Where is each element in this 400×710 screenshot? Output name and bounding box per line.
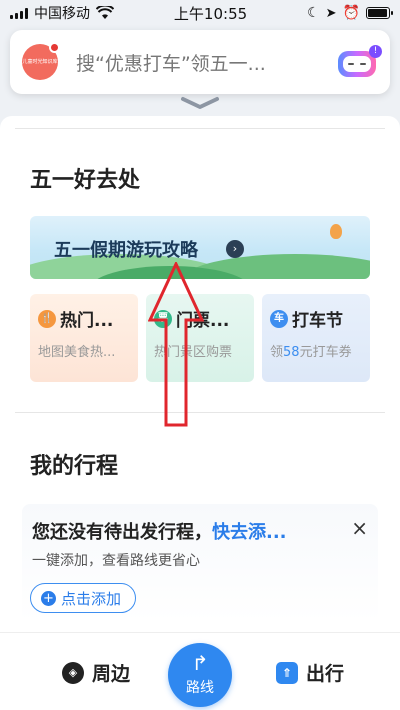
avatar[interactable]: 儿童时光知识库	[22, 42, 60, 80]
status-bar: 中国移动 上午10:55 ☾ ➤ ⏰	[0, 0, 400, 26]
divider	[15, 128, 385, 129]
annotation-arrow	[148, 262, 204, 427]
section-title-trips: 我的行程	[30, 454, 119, 479]
card-taxi-festival[interactable]: 车 打车节 领58元打车券	[262, 294, 370, 382]
nav-nearby[interactable]: ◈ 周边	[62, 659, 130, 686]
card-title: 打车节	[292, 311, 343, 331]
location-arrow-icon: ➤	[325, 5, 337, 21]
card-subtitle: 地图美食热...	[38, 345, 116, 360]
nav-label: 出行	[306, 663, 345, 685]
carrier-label: 中国移动	[34, 6, 90, 22]
avatar-logo-text: 儿童时光知识库	[22, 58, 58, 65]
taxi-icon: 车	[270, 309, 288, 328]
card-hot-food[interactable]: 🍴 热门... 地图美食热...	[30, 294, 138, 382]
alarm-icon: ⏰	[342, 5, 360, 21]
nav-label: 周边	[92, 663, 131, 685]
signal-icon	[10, 7, 28, 19]
empty-trip-card: 您还没有待出发行程，快去添... × 一键添加，查看路线更省心 + 点击添加	[22, 504, 378, 622]
chevron-right-icon: ›	[226, 240, 244, 258]
card-subtitle: 领58元打车券	[270, 345, 352, 360]
nav-travel[interactable]: ⇑ 出行	[276, 659, 344, 686]
assistant-badge: !	[369, 45, 382, 58]
bottom-nav: ◈ 周边 ↱ 路线 ⇑ 出行	[0, 632, 400, 710]
route-button[interactable]: ↱ 路线	[168, 643, 232, 707]
turn-arrow-icon: ↱	[191, 651, 209, 675]
plus-icon: +	[41, 590, 56, 606]
section-title-travel: 五一好去处	[30, 168, 141, 193]
battery-icon	[365, 7, 393, 19]
compass-icon: ◈	[62, 661, 84, 684]
moon-icon: ☾	[307, 5, 320, 21]
notification-dot	[49, 42, 60, 53]
clock: 上午10:55	[173, 4, 248, 23]
add-trip-link[interactable]: 快去添...	[212, 522, 287, 543]
travel-icon: ⇑	[276, 661, 298, 684]
close-icon[interactable]: ×	[351, 516, 368, 540]
search-input[interactable]: 搜“优惠打车”领五一...	[76, 49, 338, 76]
add-trip-label: 点击添加	[61, 589, 122, 608]
wifi-icon	[96, 6, 114, 19]
fork-knife-icon: 🍴	[38, 309, 56, 328]
add-trip-button[interactable]: + 点击添加	[30, 583, 137, 613]
balloon-icon	[330, 224, 342, 239]
nav-label: 路线	[186, 680, 214, 696]
trip-hint: 一键添加，查看路线更省心	[32, 553, 200, 569]
assistant-robot-icon[interactable]: !	[338, 45, 382, 79]
chevron-down-icon[interactable]	[180, 96, 220, 110]
banner-title: 五一假期游玩攻略	[54, 240, 198, 261]
search-bar[interactable]: 儿童时光知识库 搜“优惠打车”领五一... !	[10, 30, 390, 94]
empty-trip-message: 您还没有待出发行程，快去添...	[32, 522, 287, 543]
card-title: 热门...	[60, 311, 114, 331]
